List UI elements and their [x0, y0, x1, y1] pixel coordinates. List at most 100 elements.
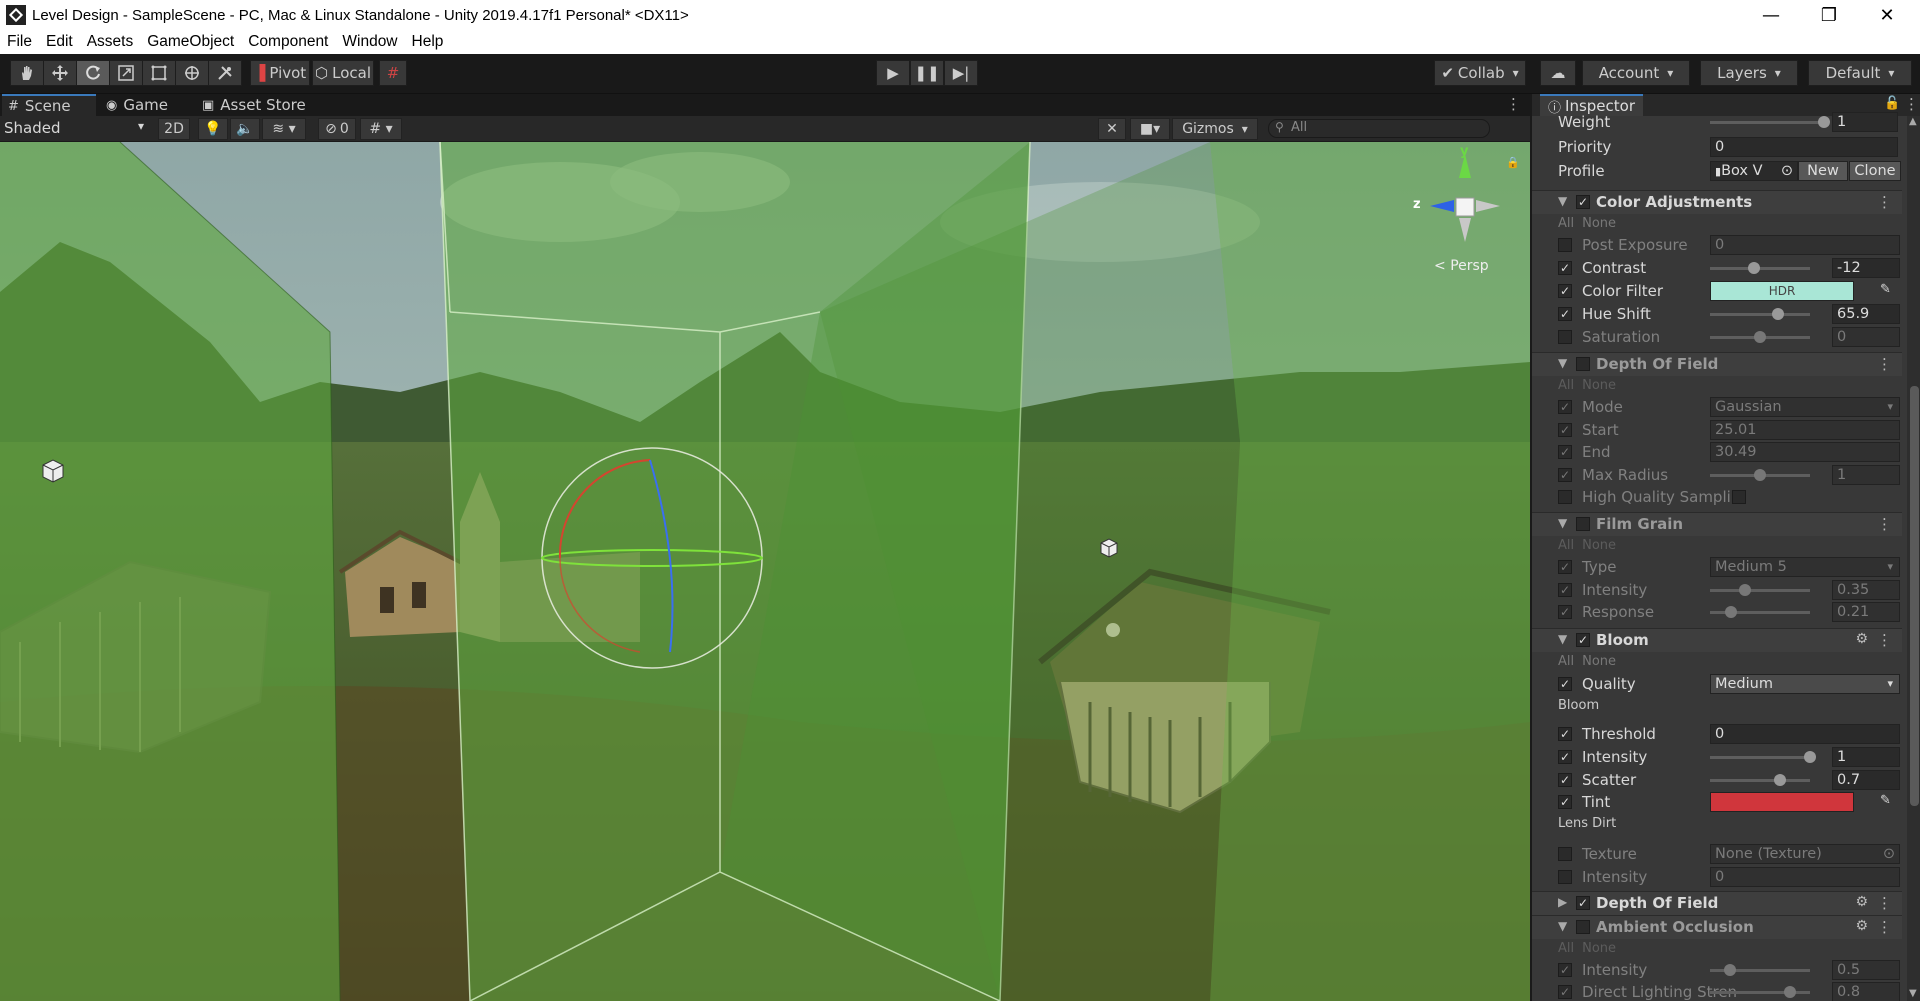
all-none-toggle[interactable]: All None: [1558, 941, 1616, 956]
component-menu-icon[interactable]: ⋮: [1877, 631, 1892, 649]
ao-direct-lighting-knob[interactable]: [1784, 986, 1796, 998]
layout-dropdown[interactable]: Default: [1808, 60, 1912, 86]
all-none-toggle[interactable]: All None: [1558, 538, 1616, 553]
menu-gameobject[interactable]: GameObject: [140, 33, 241, 51]
all-none-toggle[interactable]: All None: [1558, 654, 1616, 669]
settings-gear-icon[interactable]: ⚙: [1855, 631, 1868, 647]
foldout-expanded-icon[interactable]: ▼: [1558, 632, 1567, 646]
depth-of-field-2-header[interactable]: ▶ ✓ Depth Of Field ⚙ ⋮: [1532, 891, 1902, 915]
inspector-menu-icon[interactable]: ⋮: [1904, 95, 1919, 113]
grid-dropdown[interactable]: # ▾: [360, 118, 402, 140]
pivot-toggle-button[interactable]: ▐ Pivot: [250, 60, 310, 86]
close-button[interactable]: ✕: [1858, 0, 1916, 30]
bloom-intensity-override-checkbox[interactable]: ✓: [1558, 750, 1572, 764]
scene-search-input[interactable]: ⚲ All: [1268, 119, 1490, 138]
menu-component[interactable]: Component: [241, 33, 335, 51]
profile-field[interactable]: ▮Box V ⊙: [1710, 161, 1798, 181]
shading-mode-dropdown[interactable]: Shaded ▾: [4, 119, 144, 139]
foldout-expanded-icon[interactable]: ▼: [1558, 516, 1567, 530]
scroll-down-icon[interactable]: ▼: [1909, 988, 1917, 999]
weight-slider[interactable]: [1710, 121, 1824, 124]
rotate-tool-button[interactable]: [76, 60, 110, 86]
lens-dirt-texture-override-checkbox[interactable]: [1558, 847, 1572, 861]
ambient-occlusion-enabled-checkbox[interactable]: [1576, 920, 1590, 934]
eyedropper-icon[interactable]: ✎: [1880, 282, 1891, 297]
film-grain-response-override-checkbox[interactable]: ✓: [1558, 605, 1572, 619]
film-grain-type-override-checkbox[interactable]: ✓: [1558, 560, 1572, 574]
foldout-expanded-icon[interactable]: ▼: [1558, 919, 1567, 933]
ao-intensity-field[interactable]: 0.5: [1832, 960, 1900, 980]
film-grain-intensity-field[interactable]: 0.35: [1832, 580, 1900, 600]
object-picker-icon[interactable]: ⊙: [1781, 162, 1793, 180]
dof-high-quality-override-checkbox[interactable]: [1558, 490, 1572, 504]
hidden-objects-toggle[interactable]: ⊘ 0: [318, 118, 356, 140]
none-link[interactable]: None: [1582, 654, 1616, 669]
bloom-quality-override-checkbox[interactable]: ✓: [1558, 677, 1572, 691]
rect-tool-button[interactable]: [142, 60, 176, 86]
object-picker-icon[interactable]: ⊙: [1883, 845, 1895, 863]
grid-snap-button[interactable]: #: [379, 60, 407, 86]
lens-dirt-intensity-field[interactable]: 0: [1710, 867, 1900, 887]
volume-gizmo-icon-2[interactable]: [1100, 538, 1118, 558]
custom-tool-button[interactable]: [208, 60, 242, 86]
hue-shift-slider[interactable]: [1710, 313, 1810, 316]
bloom-scatter-override-checkbox[interactable]: ✓: [1558, 773, 1572, 787]
color-adjustments-enabled-checkbox[interactable]: ✓: [1576, 195, 1590, 209]
bloom-quality-dropdown[interactable]: Medium ▾: [1710, 674, 1900, 694]
foldout-collapsed-icon[interactable]: ▶: [1558, 895, 1567, 909]
hue-shift-slider-knob[interactable]: [1772, 308, 1784, 320]
inspector-scrollbar-thumb[interactable]: [1910, 386, 1919, 806]
scene-viewport[interactable]: y z 🔒 < Persp: [0, 142, 1530, 1001]
ao-direct-lighting-field[interactable]: 0.8: [1832, 982, 1900, 1001]
none-link[interactable]: None: [1582, 538, 1616, 553]
scale-tool-button[interactable]: [109, 60, 143, 86]
bloom-tint-swatch[interactable]: [1710, 792, 1854, 812]
inspector-scrollbar[interactable]: ▲ ▼: [1907, 116, 1920, 1001]
contrast-override-checkbox[interactable]: ✓: [1558, 261, 1572, 275]
bloom-tint-override-checkbox[interactable]: ✓: [1558, 795, 1572, 809]
lens-dirt-intensity-override-checkbox[interactable]: [1558, 870, 1572, 884]
component-menu-icon[interactable]: ⋮: [1877, 355, 1892, 373]
camera-dropdown[interactable]: ■▾: [1130, 118, 1170, 140]
minimize-button[interactable]: —: [1742, 0, 1800, 30]
settings-gear-icon[interactable]: ⚙: [1855, 894, 1868, 910]
depth-of-field-enabled-checkbox[interactable]: [1576, 357, 1590, 371]
all-link[interactable]: All: [1558, 941, 1574, 956]
effects-dropdown[interactable]: ≋ ▾: [262, 118, 306, 140]
weight-field[interactable]: 1: [1832, 112, 1898, 132]
volume-gizmo-icon[interactable]: [42, 459, 64, 483]
bloom-scatter-slider[interactable]: [1710, 779, 1810, 782]
all-link[interactable]: All: [1558, 538, 1574, 553]
weight-slider-knob[interactable]: [1818, 116, 1830, 128]
ambient-occlusion-header[interactable]: ▼ Ambient Occlusion ⚙ ⋮: [1532, 915, 1902, 939]
film-grain-enabled-checkbox[interactable]: [1576, 517, 1590, 531]
play-button[interactable]: ▶: [876, 60, 910, 86]
new-profile-button[interactable]: New: [1798, 161, 1848, 181]
tab-scene[interactable]: # Scene: [2, 94, 96, 116]
move-tool-button[interactable]: [43, 60, 77, 86]
post-process-volumes[interactable]: [0, 142, 1530, 1001]
settings-gear-icon[interactable]: ⚙: [1855, 918, 1868, 934]
dof-mode-override-checkbox[interactable]: ✓: [1558, 400, 1572, 414]
all-none-toggle[interactable]: All None: [1558, 378, 1616, 393]
menu-help[interactable]: Help: [405, 33, 451, 51]
audio-toggle-button[interactable]: 🔈: [230, 118, 260, 140]
dof-start-field[interactable]: 25.01: [1710, 420, 1900, 440]
saturation-override-checkbox[interactable]: [1558, 330, 1572, 344]
dof-start-override-checkbox[interactable]: ✓: [1558, 423, 1572, 437]
film-grain-type-dropdown[interactable]: Medium 5 ▾: [1710, 557, 1900, 577]
post-exposure-field[interactable]: 0: [1710, 235, 1900, 255]
ao-intensity-override-checkbox[interactable]: ✓: [1558, 963, 1572, 977]
step-button[interactable]: ▶|: [944, 60, 978, 86]
color-filter-swatch[interactable]: HDR: [1710, 281, 1854, 301]
cloud-button[interactable]: ☁: [1540, 60, 1576, 86]
clone-profile-button[interactable]: Clone: [1849, 161, 1901, 181]
tab-game[interactable]: ◉ Game: [100, 94, 186, 116]
bloom-scatter-field[interactable]: 0.7: [1832, 770, 1900, 790]
dof-max-radius-override-checkbox[interactable]: ✓: [1558, 468, 1572, 482]
foldout-expanded-icon[interactable]: ▼: [1558, 356, 1567, 370]
foldout-expanded-icon[interactable]: ▼: [1558, 194, 1567, 208]
none-link[interactable]: None: [1582, 378, 1616, 393]
bloom-intensity-field[interactable]: 1: [1832, 747, 1900, 767]
dof-end-override-checkbox[interactable]: ✓: [1558, 445, 1572, 459]
